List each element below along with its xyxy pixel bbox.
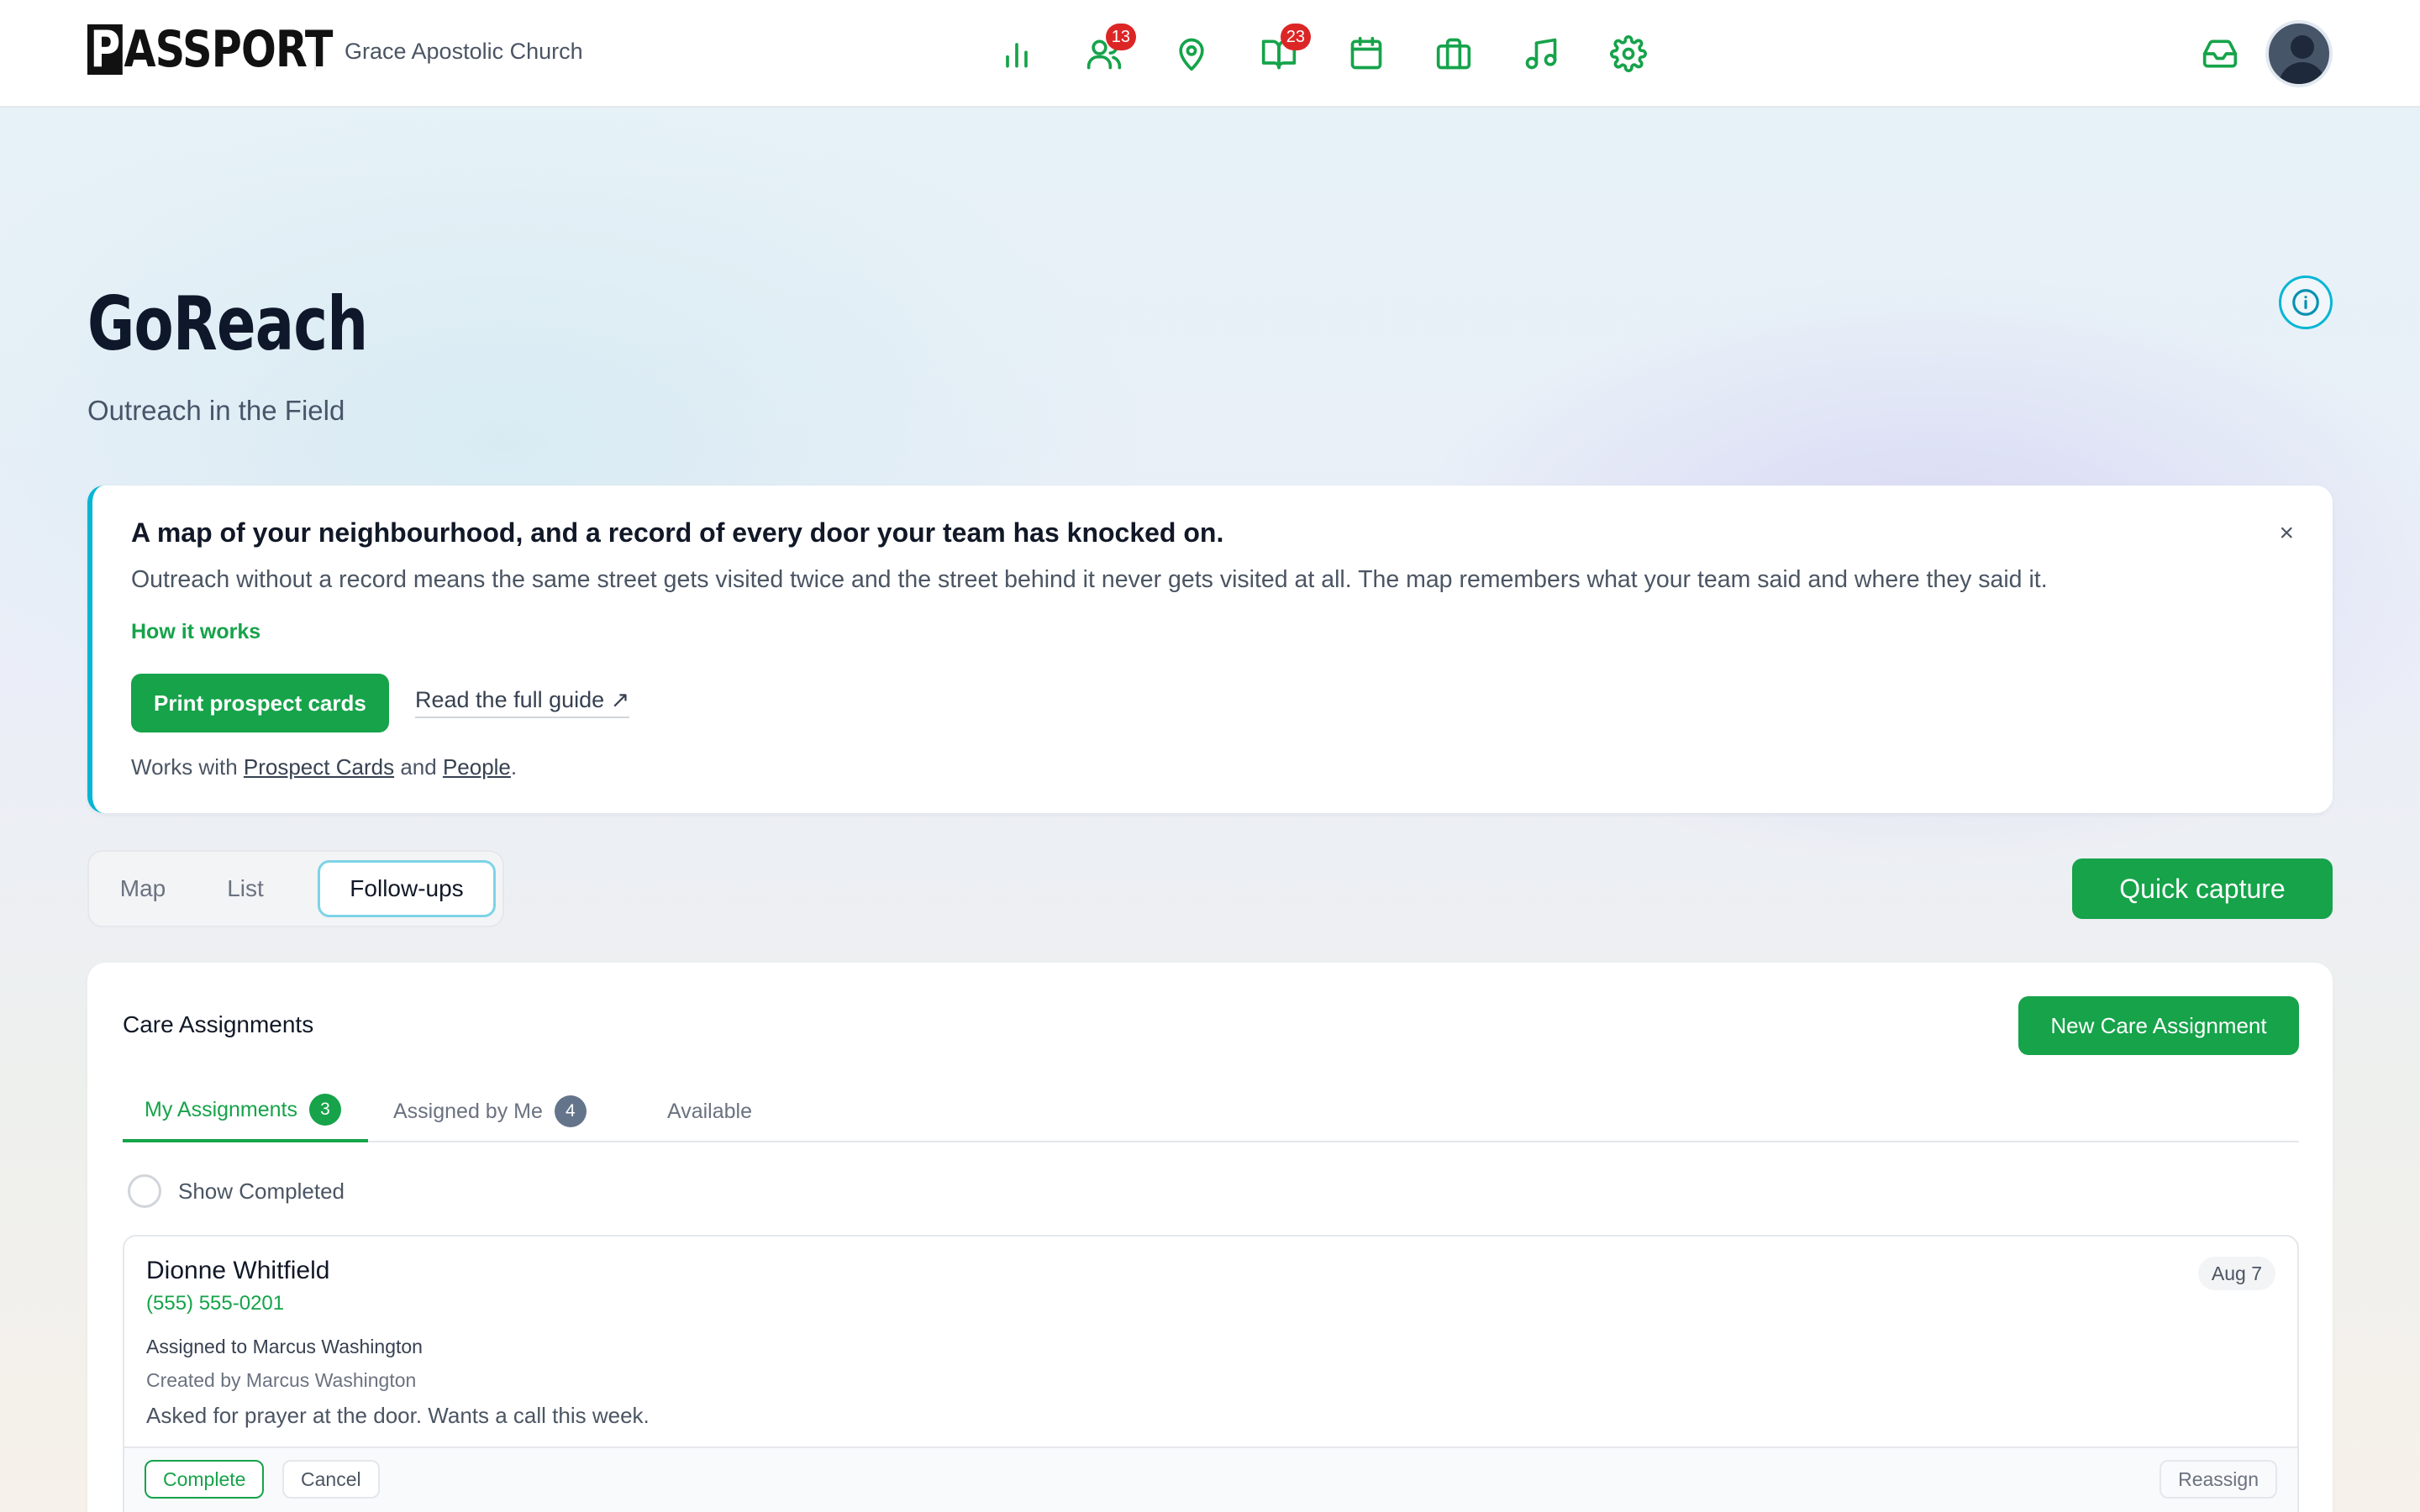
tab-list[interactable]: List xyxy=(220,860,271,917)
org-name: Grace Apostolic Church xyxy=(345,39,583,64)
people-link[interactable]: People xyxy=(443,754,511,780)
works-with-and: and xyxy=(400,754,437,780)
tab-my-assignments[interactable]: My Assignments 3 xyxy=(123,1080,368,1142)
my-assignments-count: 3 xyxy=(309,1094,342,1126)
page-subtitle: Outreach in the Field xyxy=(87,395,345,426)
tab-my-assignments-label: My Assignments xyxy=(145,1097,298,1121)
tab-map[interactable]: Map xyxy=(111,860,175,917)
created-by-text: Created by Marcus Washington xyxy=(146,1369,417,1391)
gear-icon xyxy=(1610,35,1647,72)
nav-calendar[interactable] xyxy=(1346,30,1386,77)
logo-wordmark: PASSPORT xyxy=(87,24,333,75)
works-with-prefix: Works with xyxy=(131,754,238,780)
intro-card: A map of your neighbourhood, and a recor… xyxy=(87,486,2333,813)
assignment-card: Dionne Whitfield (555) 555-0201 Aug 7 As… xyxy=(123,1235,2299,1512)
care-tabs: My Assignments 3 Assigned by Me 4 Availa… xyxy=(123,1080,2299,1142)
tab-assigned-by-me[interactable]: Assigned by Me 4 xyxy=(393,1080,587,1142)
reassign-button[interactable]: Reassign xyxy=(2160,1460,2277,1499)
print-prospect-cards-button[interactable]: Print prospect cards xyxy=(131,674,389,732)
briefcase-icon xyxy=(1436,38,1471,70)
tab-available[interactable]: Available xyxy=(667,1080,752,1142)
logo-rest: ASSPORT xyxy=(124,20,333,79)
show-completed-toggle[interactable]: Show Completed xyxy=(128,1174,345,1208)
music-icon xyxy=(1525,38,1557,70)
top-navigation-bar: PASSPORT Grace Apostolic Church 13 23 xyxy=(0,0,2420,108)
people-badge: 13 xyxy=(1105,24,1136,50)
page-title: GoReach xyxy=(87,281,368,367)
works-with-text: Works with Prospect Cards and People. xyxy=(131,754,517,780)
tab-follow-ups[interactable]: Follow-ups xyxy=(318,860,496,917)
logo-initial: P xyxy=(87,24,123,75)
assignment-date-badge: Aug 7 xyxy=(2197,1257,2275,1290)
info-icon xyxy=(2292,289,2319,316)
org-divider xyxy=(314,37,316,71)
intro-body: Outreach without a record means the same… xyxy=(131,566,2048,593)
user-avatar-icon xyxy=(2291,35,2314,59)
read-full-guide-link[interactable]: Read the full guide ↗ xyxy=(415,687,630,718)
calendar-icon xyxy=(1350,36,1382,70)
tab-available-label: Available xyxy=(667,1099,753,1123)
main-nav: 13 23 xyxy=(997,24,1649,77)
intro-heading: A map of your neighbourhood, and a recor… xyxy=(131,517,1224,548)
works-with-suffix: . xyxy=(510,754,518,780)
show-completed-checkbox[interactable] xyxy=(128,1174,161,1208)
quick-capture-button[interactable]: Quick capture xyxy=(2072,858,2333,919)
inbox-icon xyxy=(2202,39,2238,68)
close-icon[interactable]: × xyxy=(2279,521,2294,546)
nav-ministries[interactable] xyxy=(1434,30,1474,77)
view-tabs: Map List Follow-ups xyxy=(87,850,504,927)
person-name[interactable]: Dionne Whitfield xyxy=(146,1257,329,1285)
bible-badge: 23 xyxy=(1280,24,1311,50)
nav-bible[interactable]: 23 xyxy=(1259,24,1311,77)
inbox-button[interactable] xyxy=(2202,35,2242,76)
nav-people[interactable]: 13 xyxy=(1084,24,1136,77)
assignment-note: Asked for prayer at the door. Wants a ca… xyxy=(146,1403,650,1428)
prospect-cards-link[interactable]: Prospect Cards xyxy=(244,754,394,780)
nav-settings[interactable] xyxy=(1608,30,1649,77)
person-phone-link[interactable]: (555) 555-0201 xyxy=(146,1292,284,1315)
nav-worship[interactable] xyxy=(1521,30,1561,77)
assigned-by-me-count: 4 xyxy=(554,1095,587,1127)
care-assignments-title: Care Assignments xyxy=(123,1011,314,1037)
tab-assigned-by-me-label: Assigned by Me xyxy=(393,1099,543,1123)
care-assignments-panel: Care Assignments New Care Assignment My … xyxy=(87,963,2333,1512)
map-pin-icon xyxy=(1179,38,1204,71)
show-completed-label: Show Completed xyxy=(178,1178,345,1204)
nav-goreach[interactable] xyxy=(1171,30,1212,77)
avatar-shoulders xyxy=(2279,62,2326,84)
cancel-button[interactable]: Cancel xyxy=(282,1460,380,1499)
bar-chart-icon xyxy=(1006,43,1028,68)
nav-dashboard[interactable] xyxy=(997,30,1037,77)
user-avatar[interactable] xyxy=(2265,20,2333,87)
new-care-assignment-button[interactable]: New Care Assignment xyxy=(2018,996,2299,1055)
assigned-to-text: Assigned to Marcus Washington xyxy=(146,1336,423,1357)
assignment-card-footer: Complete Cancel Reassign xyxy=(124,1446,2297,1512)
info-button[interactable] xyxy=(2279,276,2333,329)
complete-button[interactable]: Complete xyxy=(145,1460,265,1499)
passport-logo[interactable]: PASSPORT xyxy=(87,22,387,77)
how-it-works-link[interactable]: How it works xyxy=(131,620,260,644)
